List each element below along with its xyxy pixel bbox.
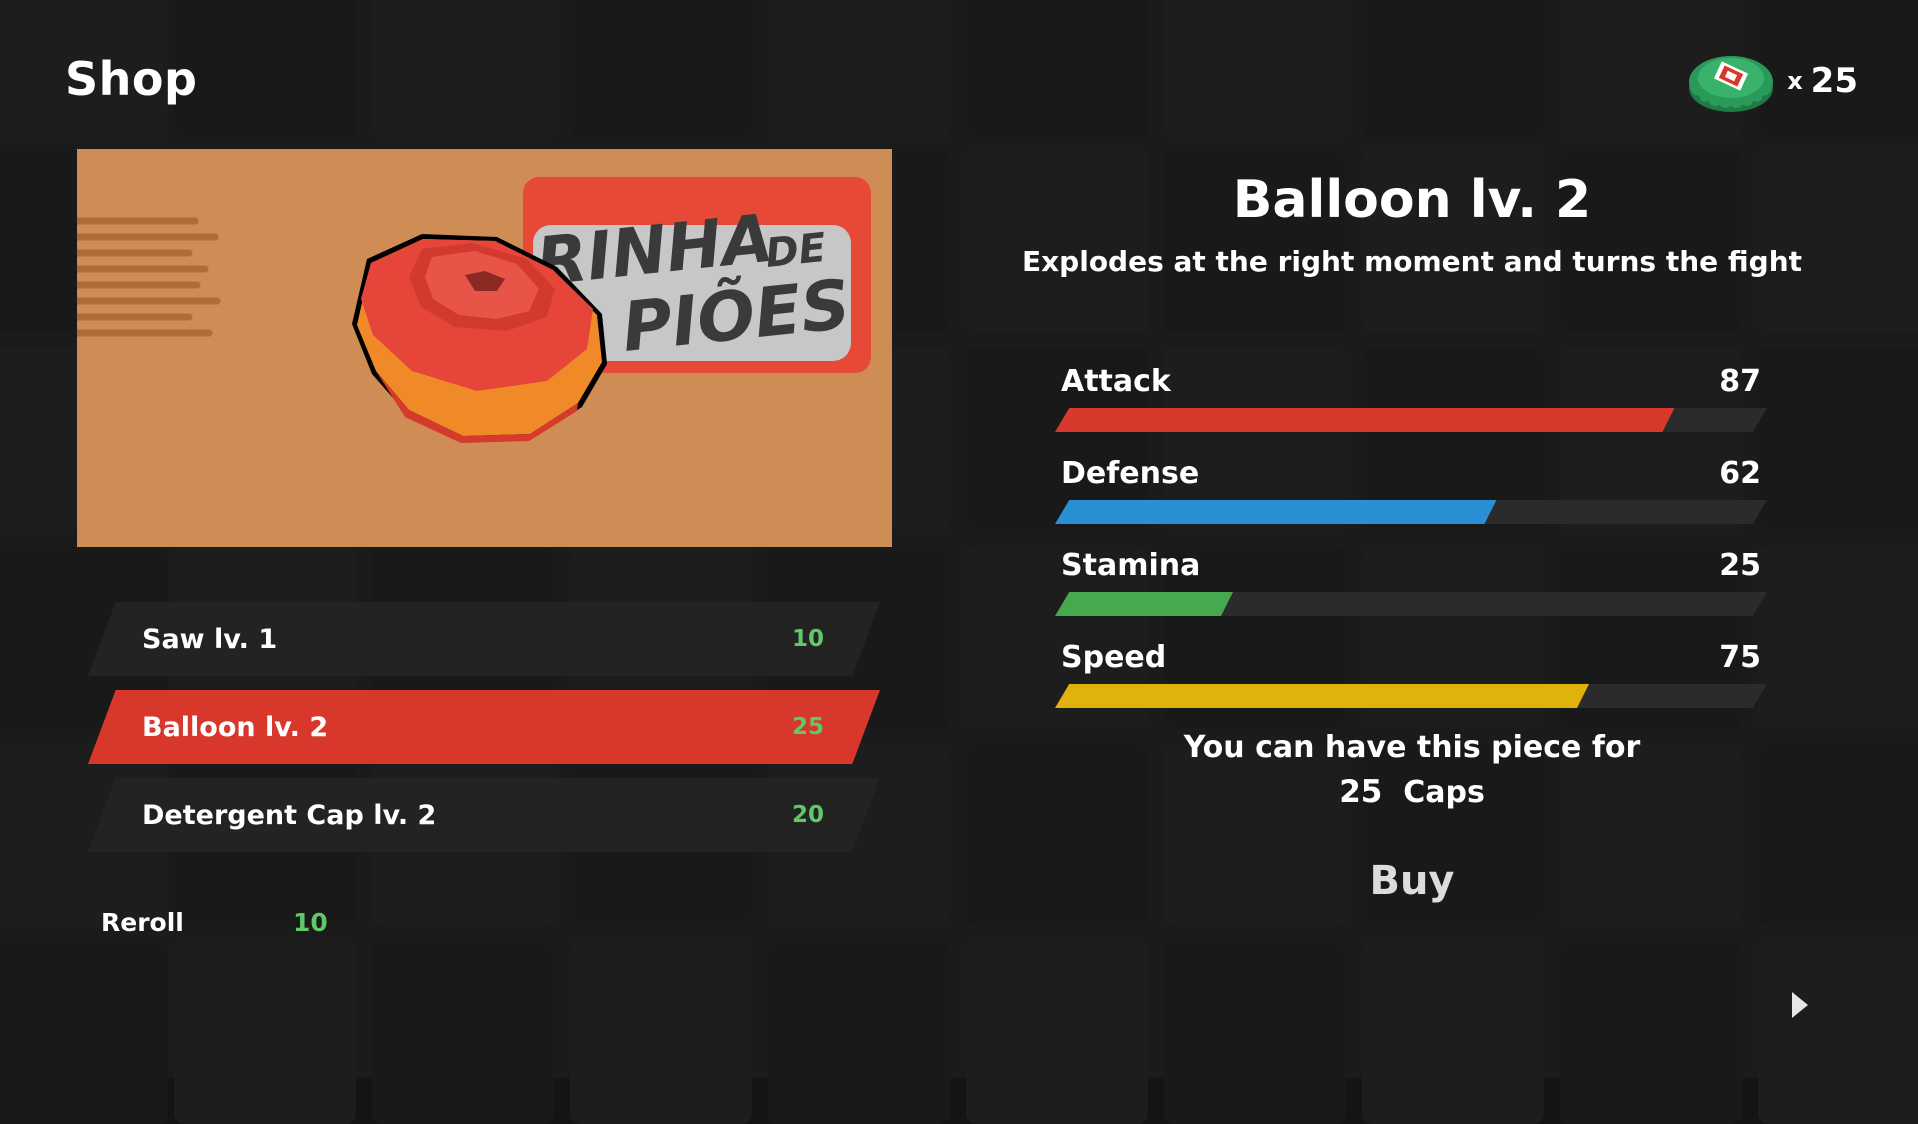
stat-label: Stamina: [1061, 548, 1201, 583]
background-tile: [1758, 150, 1918, 332]
background-tile: [0, 942, 168, 1124]
shop-item-name: Detergent Cap lv. 2: [142, 799, 437, 831]
background-tile: [966, 942, 1148, 1124]
background-tile: [1758, 546, 1918, 728]
background-tile: [372, 0, 554, 138]
stat-label: Defense: [1061, 456, 1200, 491]
page-title: Shop: [65, 52, 198, 106]
stat-bar-track: [1055, 500, 1767, 524]
preview-scene: RINHA DE PIÕES: [77, 149, 892, 547]
background-tile: [768, 0, 950, 138]
background-tile: [1758, 942, 1918, 1124]
reroll-price: 10: [293, 908, 328, 937]
offer-price: 25: [1339, 774, 1383, 810]
offer-unit: Caps: [1403, 775, 1485, 810]
background-tile: [1560, 942, 1742, 1124]
stat-bar-fill: [1055, 408, 1674, 432]
stat-value: 25: [1719, 548, 1761, 583]
background-tile: [174, 942, 356, 1124]
stat-stamina: Stamina 25: [1055, 548, 1767, 618]
background-tile: [174, 0, 356, 138]
background-tile: [1758, 744, 1918, 926]
shop-item-name: Saw lv. 1: [142, 623, 278, 655]
stat-value: 62: [1719, 456, 1761, 491]
offer-text: You can have this piece for 25 Caps: [1112, 726, 1712, 815]
stat-value: 75: [1719, 640, 1761, 675]
shop-item-row[interactable]: Saw lv. 1 10: [88, 602, 880, 676]
background-tile: [966, 0, 1148, 138]
shop-item-name: Balloon lv. 2: [142, 711, 329, 743]
currency-multiplier: x: [1787, 67, 1803, 95]
background-tile: [1164, 942, 1346, 1124]
shop-item-row[interactable]: Balloon lv. 2 25: [88, 690, 880, 764]
stat-speed: Speed 75: [1055, 640, 1767, 710]
stat-bar-fill: [1055, 500, 1496, 524]
play-arrow-icon[interactable]: [1790, 990, 1810, 1020]
stat-attack: Attack 87: [1055, 364, 1767, 434]
background-tile: [372, 942, 554, 1124]
background-tile: [570, 942, 752, 1124]
reroll-label: Reroll: [101, 908, 184, 937]
stat-bar-track: [1055, 408, 1767, 432]
stat-defense: Defense 62: [1055, 456, 1767, 526]
bottle-cap-icon: [1689, 56, 1774, 112]
shop-item-price: 10: [791, 626, 824, 652]
background-tile: [1362, 942, 1544, 1124]
shop-item-row[interactable]: Detergent Cap lv. 2 20: [88, 778, 880, 852]
stat-label: Speed: [1061, 640, 1167, 675]
piece-title: Balloon lv. 2: [1232, 170, 1592, 230]
stat-bar-fill: [1055, 592, 1233, 616]
stat-bar-track: [1055, 684, 1767, 708]
background-tile: [1758, 348, 1918, 530]
stat-label: Attack: [1061, 364, 1171, 399]
piece-description: Explodes at the right moment and turns t…: [1021, 245, 1803, 278]
shop-item-price: 20: [791, 802, 824, 828]
background-tile: [1362, 0, 1544, 138]
stat-bar-fill: [1055, 684, 1589, 708]
stat-bar-track: [1055, 592, 1767, 616]
stat-value: 87: [1719, 364, 1761, 399]
shop-item-price: 25: [791, 714, 824, 740]
currency-amount: 25: [1810, 61, 1858, 101]
background-tile: [768, 942, 950, 1124]
background-tile: [1164, 0, 1346, 138]
offer-line: You can have this piece for: [1183, 730, 1641, 765]
buy-button[interactable]: Buy: [1312, 858, 1512, 904]
offer-price-line: 25 Caps: [1112, 770, 1712, 815]
reroll-button[interactable]: Reroll 10: [101, 908, 341, 944]
background-tile: [570, 0, 752, 138]
item-preview: RINHA DE PIÕES: [77, 149, 892, 547]
currency-display: x 25: [1685, 42, 1858, 120]
